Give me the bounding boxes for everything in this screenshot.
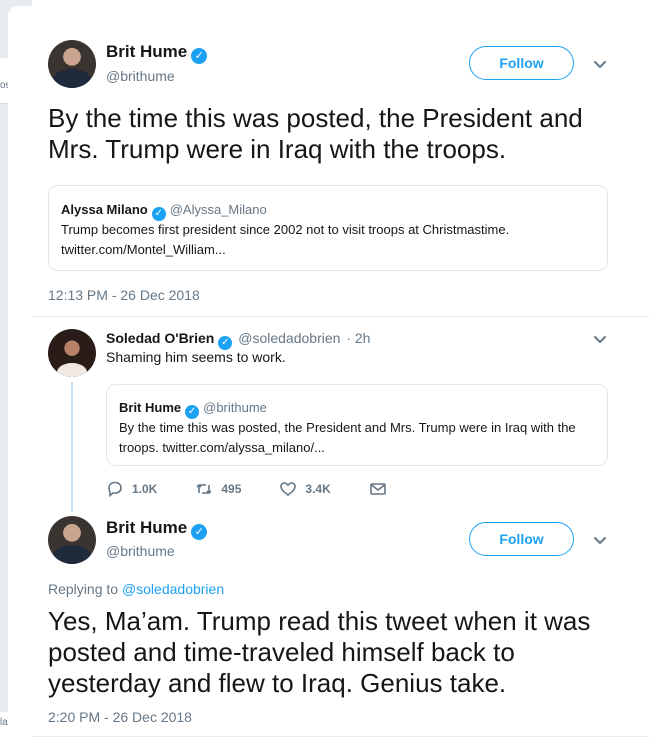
follow-button[interactable]: Follow — [469, 522, 574, 556]
quoted-author-name: Brit Hume — [119, 400, 182, 415]
quoted-tweet-header: Alyssa Milano ✓ @Alyssa_Milano — [61, 202, 267, 221]
retweet-count: 495 — [221, 482, 242, 496]
tweet-actions: 1.0K 495 3.4K — [106, 480, 425, 498]
verified-icon: ✓ — [151, 207, 166, 221]
reply-action[interactable]: 1.0K — [106, 480, 157, 498]
author-handle[interactable]: @brithume — [106, 543, 175, 559]
quoted-author-name: Alyssa Milano — [61, 202, 148, 217]
direct-message-action[interactable] — [369, 480, 395, 498]
reply-count: 1.0K — [132, 482, 158, 496]
avatar[interactable] — [48, 516, 96, 564]
tweet-text: Yes, Ma’am. Trump read this tweet when i… — [48, 606, 591, 698]
thread-connector — [71, 382, 73, 512]
tweet-text: By the time this was posted, the Preside… — [48, 103, 583, 164]
quoted-tweet[interactable]: Brit Hume ✓ @brithume By the time this was… — [106, 384, 608, 466]
like-icon — [280, 482, 297, 497]
author-name-text[interactable]: Brit Hume — [106, 42, 187, 61]
reply-header: Soledad O'Brien ✓ @soledadobrien · 2h — [106, 330, 370, 350]
author-name-text[interactable]: Brit Hume — [106, 518, 187, 537]
quoted-author-handle: @brithume — [203, 400, 267, 415]
reply-age[interactable]: · 2h — [346, 330, 370, 346]
chevron-down-icon[interactable] — [593, 533, 607, 547]
like-action[interactable]: 3.4K — [279, 480, 331, 498]
reply-icon — [108, 481, 122, 498]
tweet-timestamp[interactable]: 2:20 PM - 26 Dec 2018 — [48, 709, 192, 725]
reply-text: Shaming him seems to work. — [106, 349, 286, 365]
tweet-modal: Brit Hume ✓ @brithume Follow By the time … — [8, 6, 649, 739]
quoted-author-handle: @Alyssa_Milano — [169, 202, 267, 217]
direct-message-icon — [369, 483, 386, 495]
quoted-tweet-text: By the time this was posted, the Preside… — [119, 420, 576, 455]
verified-icon: ✓ — [191, 524, 208, 540]
chevron-down-icon[interactable] — [593, 57, 607, 71]
verified-icon: ✓ — [191, 48, 208, 64]
quoted-tweet-text: Trump becomes first president since 2002… — [61, 222, 510, 257]
avatar[interactable] — [48, 329, 96, 377]
follow-button[interactable]: Follow — [469, 46, 574, 80]
like-count: 3.4K — [305, 482, 331, 496]
tweet-timestamp[interactable]: 12:13 PM - 26 Dec 2018 — [48, 287, 200, 303]
chevron-down-icon[interactable] — [593, 332, 607, 346]
verified-icon: ✓ — [185, 405, 200, 419]
replying-prefix: Replying to — [48, 581, 119, 597]
reply-author-handle[interactable]: @soledadobrien — [238, 330, 340, 346]
replying-to: Replying to @soledadobrien — [48, 581, 224, 597]
quoted-tweet[interactable]: Alyssa Milano ✓ @Alyssa_Milano Trump becom… — [48, 185, 608, 271]
quoted-tweet-header: Brit Hume ✓ @brithume — [119, 400, 267, 419]
replying-to-link[interactable]: @soledadobrien — [122, 581, 224, 597]
avatar[interactable] — [48, 40, 96, 88]
verified-icon: ✓ — [218, 336, 233, 350]
author-name[interactable]: Brit Hume ✓ — [106, 518, 208, 540]
retweet-icon — [196, 484, 212, 494]
divider — [32, 316, 649, 317]
retweet-action[interactable]: 495 — [195, 480, 241, 498]
author-name[interactable]: Brit Hume ✓ — [106, 42, 208, 64]
reply-author-name[interactable]: Soledad O'Brien — [106, 330, 214, 346]
author-handle[interactable]: @brithume — [106, 68, 175, 84]
divider — [32, 736, 649, 737]
